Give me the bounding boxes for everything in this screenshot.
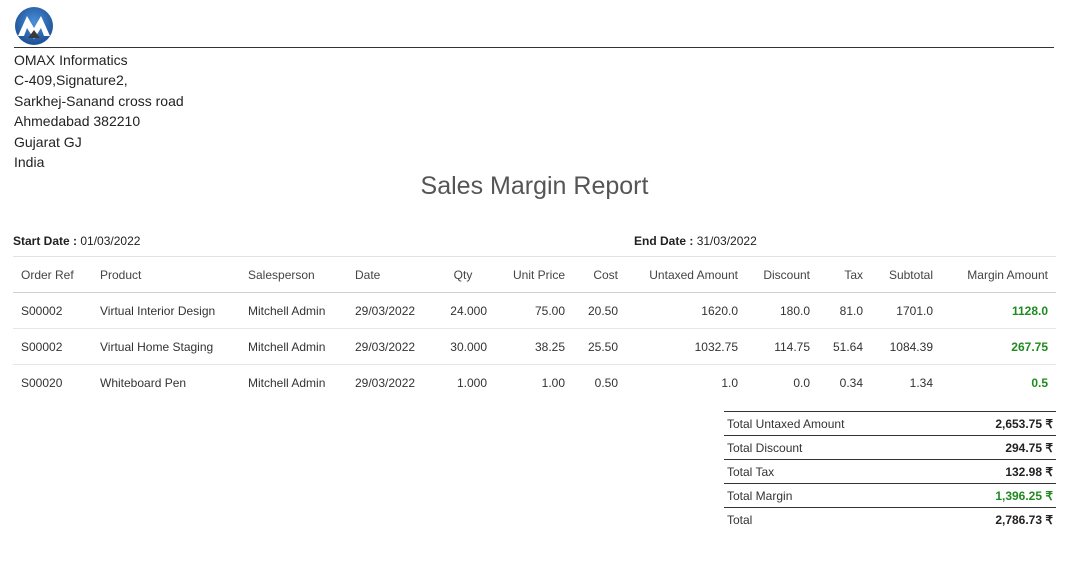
table-header-row: Order Ref Product Salesperson Date Qty U… xyxy=(13,256,1056,293)
col-date: Date xyxy=(347,256,431,293)
cell-order-ref: S00002 xyxy=(13,328,92,365)
end-date: End Date : 31/03/2022 xyxy=(634,234,757,248)
address-line: C-409,Signature2, xyxy=(14,72,128,89)
grand-total-label: Total xyxy=(724,507,943,531)
cell-date: 29/03/2022 xyxy=(347,328,431,365)
cell-date: 29/03/2022 xyxy=(347,292,431,329)
cell-margin-amount: 0.5 xyxy=(1031,375,1048,390)
col-untaxed-amount: Untaxed Amount xyxy=(626,256,746,293)
col-unit-price: Unit Price xyxy=(495,256,573,293)
cell-subtotal: 1.34 xyxy=(909,375,933,390)
address-line: Sarkhej-Sanand cross road xyxy=(14,92,184,109)
cell-cost: 20.50 xyxy=(573,292,626,329)
total-untaxed-value: 2,653.75 ₹ xyxy=(942,411,1056,436)
cell-discount: 114.75 xyxy=(746,328,818,365)
col-subtotal: Subtotal xyxy=(871,256,941,293)
cell-unit-price: 75.00 xyxy=(495,292,573,329)
total-discount-value: 294.75 ₹ xyxy=(942,435,1056,460)
total-margin-row: Total Margin 1,396.25 ₹ xyxy=(724,483,1056,508)
cell-cost: 25.50 xyxy=(573,328,626,365)
total-discount-label: Total Discount xyxy=(724,435,943,460)
cell-salesperson: Mitchell Admin xyxy=(248,375,326,390)
address-line: OMAX Informatics xyxy=(14,52,128,68)
cell-subtotal: 1701.0 xyxy=(871,292,941,329)
total-untaxed-label: Total Untaxed Amount xyxy=(724,411,943,436)
total-margin-label: Total Margin xyxy=(724,483,943,508)
total-tax-value: 132.98 ₹ xyxy=(942,459,1056,484)
cell-margin-amount: 267.75 xyxy=(941,328,1056,365)
cell-tax: 81.0 xyxy=(818,292,871,329)
col-product: Product xyxy=(92,256,240,293)
start-date: Start Date : 01/03/2022 xyxy=(13,234,140,248)
total-tax-row: Total Tax 132.98 ₹ xyxy=(724,459,1056,484)
cell-product: Virtual Home Staging xyxy=(92,328,240,365)
cell-salesperson: Mitchell Admin xyxy=(240,292,347,329)
grand-total-value: 2,786.73 ₹ xyxy=(942,507,1056,531)
address-line: Ahmedabad 382210 xyxy=(14,113,141,130)
cell-discount: 0.0 xyxy=(793,375,810,390)
table-row: S00002 Virtual Interior Design Mitchell … xyxy=(13,292,1056,329)
cell-order-ref: S00002 xyxy=(13,292,92,329)
cell-qty: 1.000 xyxy=(456,375,487,390)
table-row: S00002 Virtual Home Staging Mitchell Adm… xyxy=(13,328,1056,365)
col-qty: Qty xyxy=(431,256,495,293)
cell-product: Virtual Interior Design xyxy=(92,292,240,329)
col-tax: Tax xyxy=(818,256,871,293)
total-untaxed-row: Total Untaxed Amount 2,653.75 ₹ xyxy=(724,411,1056,436)
total-margin-value: 1,396.25 ₹ xyxy=(942,483,1056,508)
cell-tax: 51.64 xyxy=(818,328,871,365)
cell-untaxed-amount: 1032.75 xyxy=(626,328,746,365)
address-line: India xyxy=(14,154,45,171)
company-logo xyxy=(14,6,54,46)
cell-margin-amount: 1128.0 xyxy=(941,292,1056,329)
grand-total-row: Total 2,786.73 ₹ xyxy=(724,507,1056,531)
end-date-value: 31/03/2022 xyxy=(696,234,757,248)
company-address: OMAX Informatics C-409,Signature2, Sarkh… xyxy=(14,50,184,172)
cell-order-ref: S00020 xyxy=(21,375,63,390)
cell-qty: 24.000 xyxy=(431,292,495,329)
cell-salesperson: Mitchell Admin xyxy=(240,328,347,365)
report-title: Sales Margin Report xyxy=(420,172,649,200)
total-discount-row: Total Discount 294.75 ₹ xyxy=(724,435,1056,460)
header-divider xyxy=(14,47,1054,48)
totals-table: Total Untaxed Amount 2,653.75 ₹ Total Di… xyxy=(724,411,1056,531)
cell-cost: 0.50 xyxy=(594,375,618,390)
end-date-label: End Date : xyxy=(634,234,694,248)
cell-tax: 0.34 xyxy=(839,375,863,390)
cell-subtotal: 1084.39 xyxy=(871,328,941,365)
cell-product: Whiteboard Pen xyxy=(100,375,187,390)
cell-untaxed-amount: 1620.0 xyxy=(626,292,746,329)
cell-date: 29/03/2022 xyxy=(355,375,416,390)
col-discount: Discount xyxy=(746,256,818,293)
cell-unit-price: 38.25 xyxy=(495,328,573,365)
cell-untaxed-amount: 1.0 xyxy=(721,375,738,390)
cell-qty: 30.000 xyxy=(431,328,495,365)
col-order-ref: Order Ref xyxy=(13,256,92,293)
total-tax-label: Total Tax xyxy=(724,459,943,484)
start-date-label: Start Date : xyxy=(13,234,78,248)
sales-margin-table: Order Ref Product Salesperson Date Qty U… xyxy=(13,256,1056,400)
col-cost: Cost xyxy=(573,256,626,293)
cell-discount: 180.0 xyxy=(746,292,818,329)
table-row: S00020 Whiteboard Pen Mitchell Admin 29/… xyxy=(13,365,1056,401)
cell-unit-price: 1.00 xyxy=(541,375,565,390)
address-line: Gujarat GJ xyxy=(14,133,82,150)
col-margin-amount: Margin Amount xyxy=(941,256,1056,293)
col-salesperson: Salesperson xyxy=(240,256,347,293)
start-date-value: 01/03/2022 xyxy=(80,234,141,248)
